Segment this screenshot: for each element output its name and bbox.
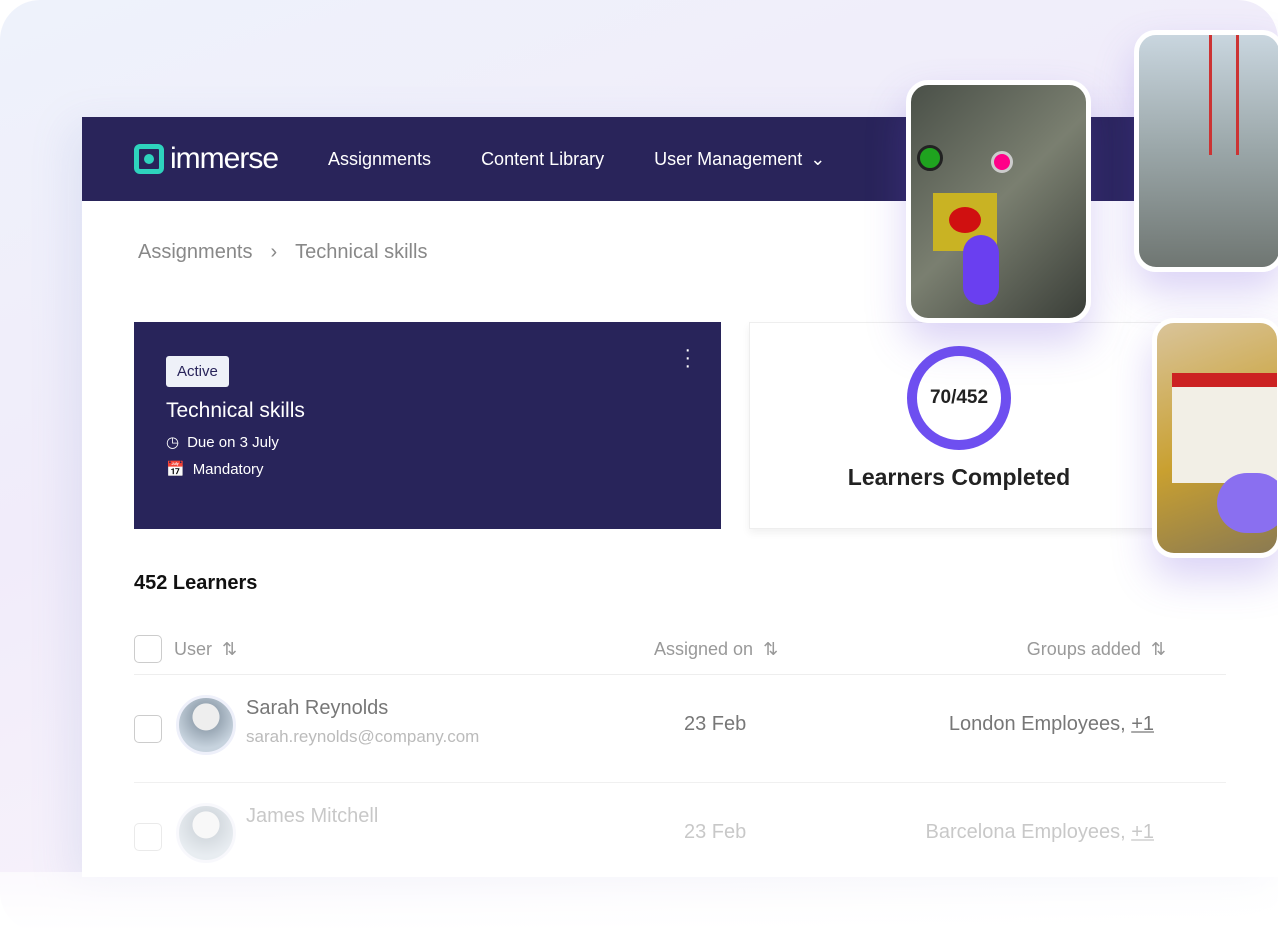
oil-rig-image — [1134, 30, 1278, 272]
sort-icon: ⇅ — [1145, 639, 1166, 659]
nav-user-management[interactable]: User Management ⌄ — [654, 149, 825, 170]
assignment-title: Technical skills — [166, 399, 305, 422]
groups: London Employees, +1 — [948, 713, 1154, 735]
row-checkbox[interactable] — [134, 715, 162, 743]
completion-label: Learners Completed — [847, 464, 1071, 490]
vr-control-panel-image — [906, 80, 1091, 323]
assigned-date: 23 Feb — [684, 713, 747, 735]
more-options-icon[interactable]: · · · — [684, 340, 691, 376]
nav-content-library[interactable]: Content Library — [481, 149, 604, 170]
app-window: immerse Assignments Content Library User… — [82, 117, 1278, 877]
groups: Barcelona Employees, +1 — [925, 821, 1154, 843]
user-name: James Mitchell — [246, 805, 379, 827]
assigned-date: 23 Feb — [684, 821, 747, 843]
nav-user-management-label: User Management — [654, 148, 803, 169]
due-date: Due on 3 July — [187, 433, 279, 451]
sort-icon: ⇅ — [217, 639, 238, 659]
avatar — [176, 803, 236, 863]
completion-card: 70/452 Learners Completed — [749, 322, 1169, 529]
fade-overlay — [0, 872, 1278, 932]
user-name: Sarah Reynolds — [246, 697, 389, 719]
chevron-right-icon: › — [270, 241, 278, 263]
breadcrumb-assignments[interactable]: Assignments — [138, 241, 253, 264]
table-header: User ⇅ Assigned on ⇅ Groups added ⇅ — [134, 631, 1226, 675]
logo[interactable]: immerse — [134, 142, 279, 176]
completion-value: 70/452 — [929, 387, 989, 408]
nav-assignments[interactable]: Assignments — [328, 149, 431, 170]
assignment-type: Mandatory — [192, 460, 264, 478]
sort-icon: ⇅ — [758, 639, 779, 659]
row-checkbox[interactable] — [134, 823, 162, 851]
column-groups-added[interactable]: Groups added ⇅ — [1027, 639, 1166, 660]
column-assigned-on[interactable]: Assigned on ⇅ — [654, 639, 778, 660]
calendar-icon: 📅 — [166, 461, 185, 478]
more-groups-link[interactable]: +1 — [1131, 713, 1154, 735]
more-groups-link[interactable]: +1 — [1131, 821, 1154, 843]
breadcrumb-current: Technical skills — [295, 241, 428, 263]
assignment-card: Active · · · Technical skills ◷ Due on 3 Ju… — [134, 322, 721, 529]
logo-icon — [134, 144, 164, 174]
breadcrumb: Assignments › Technical skills — [138, 241, 427, 264]
status-badge: Active — [166, 356, 229, 387]
completion-ring: 70/452 — [907, 346, 1011, 450]
chevron-down-icon: ⌄ — [810, 148, 826, 169]
lockout-tag-image — [1152, 318, 1278, 558]
table-row[interactable]: Sarah Reynolds sarah.reynolds@company.co… — [134, 675, 1226, 783]
top-nav: immerse Assignments Content Library User… — [82, 117, 1278, 201]
learners-count: 452 Learners — [134, 572, 258, 594]
clock-icon: ◷ — [166, 434, 180, 451]
user-email: sarah.reynolds@company.com — [246, 727, 480, 746]
column-user[interactable]: User ⇅ — [174, 639, 237, 660]
avatar — [176, 695, 236, 755]
select-all-checkbox[interactable] — [134, 635, 162, 663]
brand-name: immerse — [170, 142, 279, 175]
